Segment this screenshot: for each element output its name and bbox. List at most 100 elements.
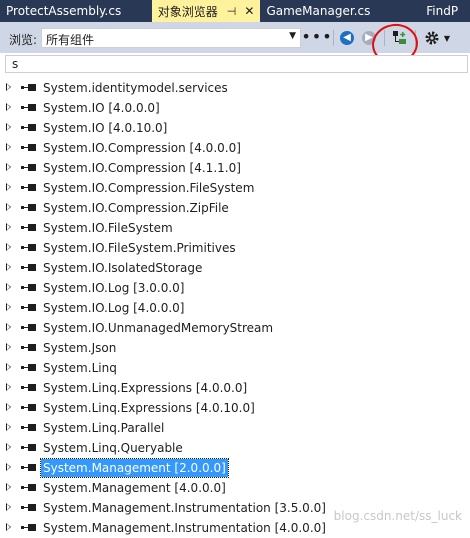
assembly-icon [21,124,37,132]
settings-dropdown-button[interactable]: ▼ [420,29,454,47]
tree-item-label: System.IO.Log [3.0.0.0] [43,281,185,295]
tree-item[interactable]: System.IO.Log [3.0.0.0] [0,278,470,298]
tree-item[interactable]: System.IO.Compression.ZipFile [0,198,470,218]
tree-item[interactable]: System.IO.UnmanagedMemoryStream [0,318,470,338]
expand-arrow-icon[interactable] [6,323,11,331]
tree-item[interactable]: System.IO.Compression [4.1.1.0] [0,158,470,178]
expand-arrow-icon[interactable] [6,243,11,251]
tree-item-label: System.Management [2.0.0.0] [40,458,229,478]
tree-item[interactable]: System.Linq [0,358,470,378]
assembly-icon [21,284,37,292]
expand-arrow-icon[interactable] [6,143,11,151]
tree-item[interactable]: System.IO.FileSystem [0,218,470,238]
tab-label: FindP [426,4,459,18]
tab-object-browser[interactable]: 对象浏览器 ⊣ ✕ [151,0,261,22]
assembly-icon [21,404,37,412]
close-icon[interactable]: ✕ [244,4,254,18]
assembly-icon [21,424,37,432]
expand-arrow-icon[interactable] [6,303,11,311]
assembly-icon [21,504,37,512]
watermark: blog.csdn.net/ss_luck [333,509,462,523]
expand-arrow-icon[interactable] [6,363,11,371]
tab-findp[interactable]: FindP [412,0,470,22]
tree-item-label: System.IO [4.0.0.0] [43,101,160,115]
expand-arrow-icon[interactable] [6,403,11,411]
tree-item[interactable]: System.IO.IsolatedStorage [0,258,470,278]
tree-item[interactable]: System.IO.Compression [4.0.0.0] [0,138,470,158]
tree-item[interactable]: System.IO [4.0.0.0] [0,98,470,118]
assembly-icon [21,364,37,372]
tree-item-label: System.IO.Compression [4.1.1.0] [43,161,241,175]
assembly-icon [21,324,37,332]
assembly-icon [21,444,37,452]
assembly-icon [21,164,37,172]
tree-item-label: System.IO.FileSystem [43,221,173,235]
expand-arrow-icon[interactable] [6,203,11,211]
chevron-down-icon: ▼ [289,31,296,41]
expand-arrow-icon[interactable] [6,183,11,191]
assembly-icon [21,384,37,392]
assembly-icon [21,84,37,92]
back-button[interactable]: ◀ [338,29,356,47]
browse-scope-value: 所有组件 [46,33,95,47]
expand-arrow-icon[interactable] [6,163,11,171]
expand-arrow-icon[interactable] [6,83,11,91]
tree-item[interactable]: System.IO.Log [4.0.0.0] [0,298,470,318]
tab-label: ProtectAssembly.cs [6,4,122,18]
tree-item[interactable]: System.IO.FileSystem.Primitives [0,238,470,258]
edit-custom-components-button[interactable]: ••• [301,27,331,46]
expand-arrow-icon[interactable] [6,103,11,111]
tree-item-label: System.Management.Instrumentation [3.5.0… [43,501,326,515]
tree-item-label: System.Linq.Expressions [4.0.10.0] [43,401,255,415]
expand-arrow-icon[interactable] [6,463,11,471]
tree-item[interactable]: System.identitymodel.services [0,78,470,98]
expand-arrow-icon[interactable] [6,503,11,511]
tree-item[interactable]: System.Linq.Expressions [4.0.10.0] [0,398,470,418]
tree-item[interactable]: System.Management [2.0.0.0] [0,458,470,478]
tree-item-label: System.IO.Compression.ZipFile [43,201,229,215]
tree-item[interactable]: System.IO.Compression.FileSystem [0,178,470,198]
assembly-icon [21,224,37,232]
tree-item[interactable]: System.Linq.Parallel [0,418,470,438]
expand-arrow-icon[interactable] [6,223,11,231]
document-tab-strip: ProtectAssembly.cs 对象浏览器 ⊣ ✕ GameManager… [0,0,470,22]
back-arrow-icon: ◀ [340,31,354,45]
tree-item[interactable]: System.Linq.Queryable [0,438,470,458]
assembly-icon [21,184,37,192]
assembly-icon [21,264,37,272]
tree-item-label: System.Linq [43,361,117,375]
expand-arrow-icon[interactable] [6,423,11,431]
expand-arrow-icon[interactable] [6,283,11,291]
tree-item[interactable]: System.IO [4.0.10.0] [0,118,470,138]
tree-item[interactable]: System.Json [0,338,470,358]
expand-arrow-icon[interactable] [6,263,11,271]
assembly-icon [21,344,37,352]
expand-arrow-icon[interactable] [6,523,11,531]
assembly-icon [21,464,37,472]
browse-scope-dropdown[interactable]: 所有组件 ▼ [41,28,301,48]
expand-arrow-icon[interactable] [6,123,11,131]
tab-gamemanager[interactable]: GameManager.cs [260,0,412,22]
tree-item-label: System.IO.UnmanagedMemoryStream [43,321,274,335]
search-text: s [12,57,19,71]
tree-item-label: System.IO.FileSystem.Primitives [43,241,236,255]
tree-item[interactable]: System.Management [4.0.0.0] [0,478,470,498]
tree-item-label: System.Linq.Parallel [43,421,165,435]
tab-protectassembly[interactable]: ProtectAssembly.cs [0,0,152,22]
tree-item-label: System.IO.Compression.FileSystem [43,181,255,195]
search-input[interactable]: s [5,55,468,73]
chevron-down-icon: ▼ [443,33,451,43]
expand-arrow-icon[interactable] [6,383,11,391]
tree-item[interactable]: System.Linq.Expressions [4.0.0.0] [0,378,470,398]
tree-item-label: System.IO.Compression [4.0.0.0] [43,141,241,155]
toolbar-separator [333,30,334,46]
assembly-icon [21,204,37,212]
expand-arrow-icon[interactable] [6,483,11,491]
gear-icon [425,31,439,45]
pin-icon[interactable]: ⊣ [227,5,237,18]
tree-item-label: System.identitymodel.services [43,81,228,95]
tree-item-label: System.IO.Log [4.0.0.0] [43,301,185,315]
expand-arrow-icon[interactable] [6,443,11,451]
assembly-icon [21,104,37,112]
expand-arrow-icon[interactable] [6,343,11,351]
